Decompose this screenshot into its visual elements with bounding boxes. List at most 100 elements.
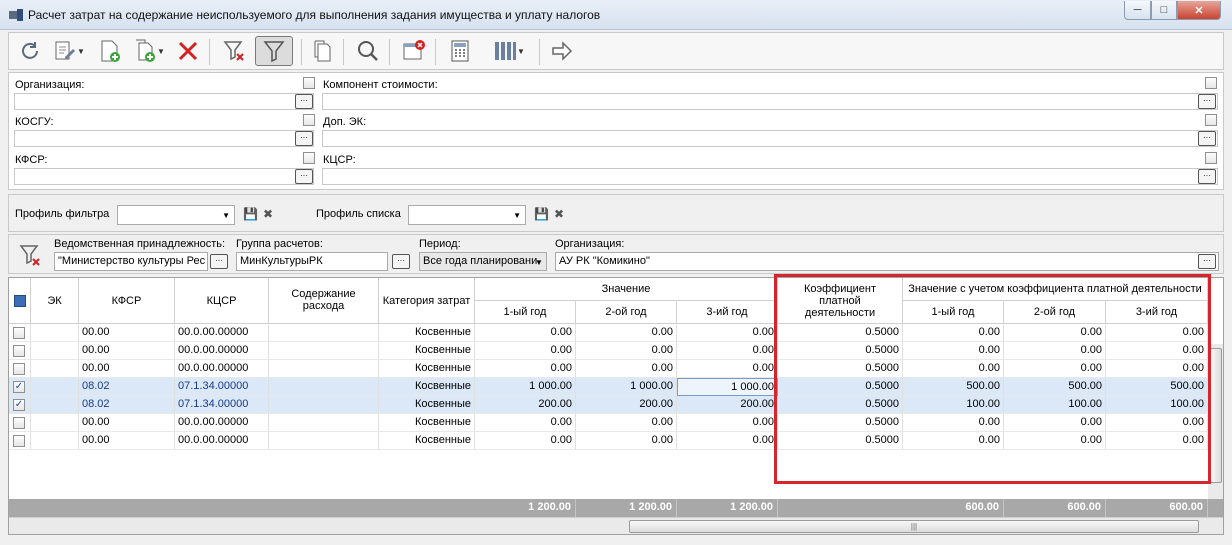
cell-ek[interactable] [31,360,79,378]
copy-button[interactable] [307,36,337,66]
cell-y1[interactable]: 0.00 [475,414,576,432]
cell-content[interactable] [269,342,379,360]
row-checkbox[interactable]: ✓ [13,381,25,393]
list-profile-combo[interactable]: ▼ [408,205,526,225]
row-checkbox[interactable] [13,435,25,447]
cell-content[interactable] [269,432,379,450]
cell-y1[interactable]: 200.00 [475,396,576,414]
organization-ellipsis-button[interactable]: ··· [295,94,313,109]
cell-ek[interactable] [31,396,79,414]
save-list-profile-icon[interactable]: 💾 [534,207,549,221]
cell-category[interactable]: Косвенные [379,378,475,396]
row-checkbox[interactable]: ✓ [13,399,25,411]
filter-button[interactable] [255,36,293,66]
cell-y2[interactable]: 0.00 [576,432,677,450]
select-all-checkbox[interactable] [13,294,26,307]
close-form-button[interactable] [399,36,429,66]
vertical-scroll-thumb[interactable] [1210,348,1222,483]
cell-y3[interactable]: 0.00 [677,342,778,360]
cell-category[interactable]: Косвенные [379,432,475,450]
component-ellipsis-button[interactable]: ··· [1198,94,1216,109]
cell-ek[interactable] [31,378,79,396]
cell-y2[interactable]: 1 000.00 [576,378,677,396]
organization-field[interactable] [14,93,314,110]
cell-y3[interactable]: 200.00 [677,396,778,414]
kosgu-checkbox[interactable] [303,114,315,126]
cell-category[interactable]: Косвенные [379,360,475,378]
kfsr-ellipsis-button[interactable]: ··· [295,169,313,184]
add-button[interactable] [95,36,125,66]
cell-kfsr[interactable]: 08.02 [79,378,175,396]
group-field[interactable]: МинКультурыРК [236,252,388,271]
cell-y3[interactable]: 0.00 [677,432,778,450]
header-content[interactable]: Содержание расхода [269,278,379,324]
cell-category[interactable]: Косвенные [379,396,475,414]
cell-kcsr[interactable]: 07.1.34.00000 [175,378,269,396]
cell-kfsr[interactable]: 00.00 [79,414,175,432]
cell-kfsr[interactable]: 00.00 [79,324,175,342]
cell-category[interactable]: Косвенные [379,342,475,360]
clear-filter-button[interactable] [219,36,249,66]
header-y2[interactable]: 2-ой год [576,301,677,324]
cell-y3[interactable]: 0.00 [677,324,778,342]
period-select[interactable]: Все года планировани [419,252,547,271]
row-checkbox[interactable] [13,363,25,375]
cell-y1[interactable]: 0.00 [475,324,576,342]
cell-y2[interactable]: 0.00 [576,342,677,360]
save-filter-profile-icon[interactable]: 💾 [243,207,258,221]
minimize-button[interactable]: ─ [1124,1,1151,20]
cell-kcsr[interactable]: 00.0.00.00000 [175,360,269,378]
cell-y3[interactable]: 0.00 [677,360,778,378]
header-kfsr[interactable]: КФСР [79,278,175,324]
columns-button[interactable]: ▼ [483,36,535,66]
row-checkbox[interactable] [13,345,25,357]
cell-y1[interactable]: 0.00 [475,432,576,450]
component-checkbox[interactable] [1205,77,1217,89]
header-y3[interactable]: 3-ий год [677,301,778,324]
cell-kcsr[interactable]: 00.0.00.00000 [175,432,269,450]
cell-kfsr[interactable]: 00.00 [79,342,175,360]
cell-ek[interactable] [31,414,79,432]
cell-y2[interactable]: 200.00 [576,396,677,414]
cell-category[interactable]: Косвенные [379,324,475,342]
cell-y1[interactable]: 1 000.00 [475,378,576,396]
kosgu-field[interactable] [14,130,314,147]
next-button[interactable] [547,36,577,66]
cell-y1[interactable]: 0.00 [475,342,576,360]
kfsr-checkbox[interactable] [303,152,315,164]
maximize-button[interactable]: □ [1151,1,1177,20]
organization-checkbox[interactable] [303,77,315,89]
header-kcsr[interactable]: КЦСР [175,278,269,324]
cell-content[interactable] [269,378,379,396]
horizontal-scroll-thumb[interactable]: ||| [629,520,1199,533]
cell-content[interactable] [269,324,379,342]
delete-button[interactable] [173,36,203,66]
kcsr-field[interactable] [322,168,1218,185]
dop-ek-ellipsis-button[interactable]: ··· [1198,131,1216,146]
filter-profile-combo[interactable]: ▼ [117,205,235,225]
dept-ellipsis-button[interactable]: ··· [210,254,228,269]
cell-kfsr[interactable]: 00.00 [79,360,175,378]
calculator-button[interactable] [445,36,475,66]
org-ellipsis-button[interactable]: ··· [1198,254,1216,269]
cell-category[interactable]: Косвенные [379,414,475,432]
header-category[interactable]: Категория затрат [379,278,475,324]
row-checkbox[interactable] [13,417,25,429]
delete-list-profile-icon[interactable]: ✖ [554,207,564,221]
search-button[interactable] [353,36,383,66]
cell-kfsr[interactable]: 00.00 [79,432,175,450]
org-field[interactable]: АУ РК "Комикино" [555,252,1219,271]
header-y1[interactable]: 1-ый год [475,301,576,324]
delete-filter-profile-icon[interactable]: ✖ [263,207,273,221]
cell-content[interactable] [269,360,379,378]
dop-ek-field[interactable] [322,130,1218,147]
kcsr-checkbox[interactable] [1205,152,1217,164]
row-checkbox[interactable] [13,327,25,339]
cell-kcsr[interactable]: 07.1.34.00000 [175,396,269,414]
filter-clear-icon[interactable] [19,243,41,267]
cell-y3[interactable]: 1 000.00 [677,378,778,396]
horizontal-scrollbar[interactable]: ||| [9,517,1223,534]
cell-ek[interactable] [31,342,79,360]
cell-y2[interactable]: 0.00 [576,360,677,378]
cell-ek[interactable] [31,324,79,342]
